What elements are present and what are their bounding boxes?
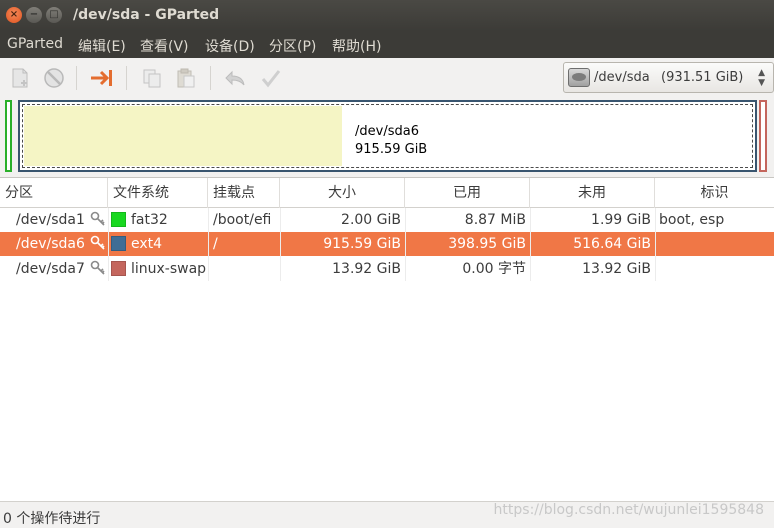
window-title: /dev/sda - GParted — [73, 7, 220, 23]
used-cell: 8.87 MiB — [464, 212, 526, 228]
mountpoint-cell: /boot/efi — [213, 212, 272, 228]
watermark-text: https://blog.csdn.net/wujunlei1595848 — [493, 502, 764, 518]
delete-partition-button[interactable] — [40, 64, 68, 92]
size-cell: 2.00 GiB — [341, 212, 401, 228]
table-header: 分区 文件系统 挂载点 大小 已用 未用 标识 — [0, 178, 774, 208]
diskmap-partition-sda6[interactable]: /dev/sda6 915.59 GiB — [18, 100, 757, 172]
size-cell: 13.92 GiB — [332, 261, 401, 277]
filesystem-color-swatch — [111, 212, 126, 227]
paste-button[interactable] — [172, 64, 200, 92]
diskmap-partition-size: 915.59 GiB — [355, 142, 428, 157]
column-divider — [280, 208, 281, 281]
filesystem-cell: linux-swap — [131, 261, 207, 277]
toolbar-separator — [210, 66, 211, 90]
new-partition-button[interactable] — [6, 64, 34, 92]
toolbar-separator — [126, 66, 127, 90]
size-cell: 915.59 GiB — [323, 236, 401, 252]
mountpoint-cell: / — [213, 236, 218, 252]
table-row-selected[interactable]: /dev/sda6 ext4 / 915.59 GiB 398.95 GiB 5… — [0, 232, 774, 256]
diskmap-selection-outline: /dev/sda6 915.59 GiB — [22, 104, 753, 168]
unused-cell: 13.92 GiB — [582, 261, 651, 277]
menu-help[interactable]: 帮助(H) — [332, 36, 381, 56]
device-size: (931.51 GiB) — [661, 70, 744, 85]
partition-table: 分区 文件系统 挂载点 大小 已用 未用 标识 /dev/sda1 fat32 … — [0, 177, 774, 501]
column-divider — [655, 208, 656, 281]
menu-view[interactable]: 查看(V) — [140, 36, 189, 56]
maximize-icon: □ — [49, 9, 59, 20]
menu-bar: GParted 编辑(E) 查看(V) 设备(D) 分区(P) 帮助(H) — [0, 31, 774, 58]
resize-move-button[interactable] — [88, 64, 116, 92]
key-icon — [90, 260, 105, 275]
used-cell: 398.95 GiB — [448, 236, 526, 252]
menu-edit[interactable]: 编辑(E) — [78, 36, 126, 56]
close-window-button[interactable]: × — [6, 7, 22, 23]
new-partition-icon — [12, 68, 28, 88]
maximize-window-button[interactable]: □ — [46, 7, 62, 23]
undo-button[interactable] — [221, 64, 249, 92]
filesystem-cell: ext4 — [131, 236, 163, 252]
undo-icon — [225, 70, 245, 86]
column-divider — [208, 208, 209, 281]
copy-button[interactable] — [138, 64, 166, 92]
diskmap-partition-sda1[interactable] — [5, 100, 12, 172]
resize-move-icon — [91, 70, 112, 86]
column-header-filesystem[interactable]: 文件系统 — [108, 178, 208, 208]
dropdown-arrows-icon: ▲ ▼ — [758, 68, 765, 88]
flags-cell: boot, esp — [659, 212, 725, 228]
unused-cell: 1.99 GiB — [591, 212, 651, 228]
key-icon — [90, 235, 105, 250]
minimize-window-button[interactable]: − — [26, 7, 42, 23]
filesystem-cell: fat32 — [131, 212, 168, 228]
unused-cell: 516.64 GiB — [573, 236, 651, 252]
column-divider — [405, 208, 406, 281]
apply-button[interactable] — [257, 64, 285, 92]
title-bar: × − □ /dev/sda - GParted — [0, 0, 774, 31]
used-cell: 0.00 字节 — [462, 261, 526, 277]
diskmap-label: /dev/sda6 915.59 GiB — [355, 123, 427, 159]
column-header-flags[interactable]: 标识 — [655, 178, 774, 208]
partition-cell: /dev/sda6 — [16, 236, 85, 252]
table-row[interactable]: /dev/sda7 linux-swap 13.92 GiB 0.00 字节 1… — [0, 257, 774, 281]
status-bar: 0 个操作待进行 https://blog.csdn.net/wujunlei1… — [0, 501, 774, 528]
table-row[interactable]: /dev/sda1 fat32 /boot/efi 2.00 GiB 8.87 … — [0, 208, 774, 232]
key-icon — [90, 211, 105, 226]
toolbar-separator — [76, 66, 77, 90]
column-header-mountpoint[interactable]: 挂载点 — [208, 178, 280, 208]
menu-gparted[interactable]: GParted — [7, 36, 63, 52]
column-divider — [108, 208, 109, 281]
hard-disk-icon — [568, 68, 590, 87]
delete-icon — [44, 68, 64, 88]
paste-icon — [177, 68, 195, 88]
diskmap-used-fill — [24, 106, 342, 166]
device-selector[interactable]: /dev/sda (931.51 GiB) ▲ ▼ — [563, 62, 774, 93]
column-header-unused[interactable]: 未用 — [530, 178, 655, 208]
partition-cell: /dev/sda1 — [16, 212, 85, 228]
filesystem-color-swatch — [111, 236, 126, 251]
column-header-used[interactable]: 已用 — [405, 178, 530, 208]
diskmap-partition-name: /dev/sda6 — [355, 124, 419, 139]
minimize-icon: − — [29, 9, 39, 20]
diskmap-partition-sda7[interactable] — [759, 100, 767, 172]
apply-icon — [261, 70, 281, 88]
disk-map: /dev/sda6 915.59 GiB — [0, 98, 774, 176]
column-header-size[interactable]: 大小 — [280, 178, 405, 208]
partition-cell: /dev/sda7 — [16, 261, 85, 277]
device-name: /dev/sda — [594, 70, 650, 85]
copy-icon — [143, 69, 161, 88]
close-icon: × — [9, 9, 19, 20]
column-header-partition[interactable]: 分区 — [0, 178, 108, 208]
pending-operations-text: 0 个操作待进行 — [3, 511, 101, 527]
menu-device[interactable]: 设备(D) — [205, 36, 255, 56]
menu-partition[interactable]: 分区(P) — [269, 36, 316, 56]
filesystem-color-swatch — [111, 261, 126, 276]
column-divider — [530, 208, 531, 281]
